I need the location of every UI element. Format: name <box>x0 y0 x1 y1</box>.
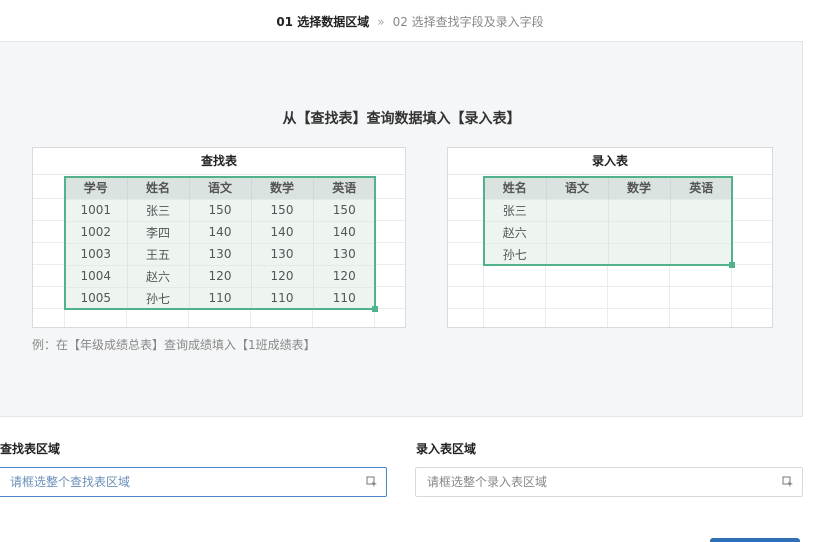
table-cell: 150 <box>251 198 314 221</box>
column-header: 姓名 <box>127 177 190 199</box>
table-cell: 1003 <box>65 242 128 265</box>
table-cell: 150 <box>313 198 375 221</box>
table-cell: 110 <box>251 286 314 309</box>
table-cell <box>546 242 609 265</box>
table-cell: 140 <box>313 220 375 243</box>
table-cell: 120 <box>313 264 375 287</box>
example-hint: 例：在【年级成绩总表】查询成绩填入【1班成绩表】 <box>32 338 316 352</box>
table-row: 1005 孙七 110 110 110 <box>65 286 375 309</box>
table-cell: 1002 <box>65 220 128 243</box>
table-cell: 赵六 <box>127 264 190 287</box>
table-cell: 张三 <box>127 198 190 221</box>
table-cell: 1005 <box>65 286 128 309</box>
table-cell: 110 <box>313 286 375 309</box>
table-cell: 130 <box>189 242 252 265</box>
table-row: 赵六 <box>484 220 732 243</box>
lookup-sheet: 查找表 学号 姓名 语文 数学 英语 1001 张三 150 150 150 1002 李四 140 14… <box>32 147 406 328</box>
entry-range-input[interactable] <box>416 468 772 496</box>
table-cell: 孙七 <box>484 242 547 265</box>
table-cell <box>670 198 732 221</box>
table-row: 张三 <box>484 198 732 221</box>
column-header: 语文 <box>546 177 609 199</box>
step-2-label[interactable]: 02 选择查找字段及录入字段 <box>393 15 544 29</box>
table-cell: 1001 <box>65 198 128 221</box>
table-cell: 110 <box>189 286 252 309</box>
lookup-table-data: 学号 姓名 语文 数学 英语 1001 张三 150 150 150 1002 李四 140 140 140… <box>65 177 375 309</box>
table-cell: 150 <box>189 198 252 221</box>
table-cell <box>608 220 671 243</box>
table-cell: 王五 <box>127 242 190 265</box>
table-cell <box>608 242 671 265</box>
table-cell <box>608 198 671 221</box>
table-cell: 140 <box>251 220 314 243</box>
step-1-label: 01 选择数据区域 <box>276 15 370 29</box>
step-separator-icon: » <box>377 15 385 29</box>
table-cell: 1004 <box>65 264 128 287</box>
entry-table-data: 姓名 语文 数学 英语张三 赵六 孙七 <box>484 177 732 265</box>
step-indicator: 01 选择数据区域 » 02 选择查找字段及录入字段 <box>0 13 820 30</box>
column-header: 英语 <box>313 177 375 199</box>
table-cell <box>670 242 732 265</box>
column-header: 姓名 <box>484 177 547 199</box>
table-cell <box>546 198 609 221</box>
column-header: 英语 <box>670 177 732 199</box>
table-row: 1003 王五 130 130 130 <box>65 242 375 265</box>
lookup-range-input[interactable] <box>0 468 356 496</box>
lookup-range-field[interactable] <box>0 467 387 497</box>
table-cell: 120 <box>189 264 252 287</box>
table-cell <box>546 220 609 243</box>
table-row: 1001 张三 150 150 150 <box>65 198 375 221</box>
entry-range-field[interactable] <box>415 467 803 497</box>
table-cell: 李四 <box>127 220 190 243</box>
table-cell <box>670 220 732 243</box>
table-row: 孙七 <box>484 242 732 265</box>
entry-range-label: 录入表区域 <box>416 442 477 456</box>
entry-sheet: 录入表 姓名 语文 数学 英语张三 赵六 孙七 <box>447 147 773 328</box>
table-cell: 130 <box>313 242 375 265</box>
column-header: 学号 <box>65 177 128 199</box>
selection-handle <box>729 262 735 268</box>
lookup-sheet-title: 查找表 <box>33 148 405 175</box>
column-header: 语文 <box>189 177 252 199</box>
entry-sheet-title: 录入表 <box>448 148 772 175</box>
next-step-button[interactable] <box>710 538 800 542</box>
preview-panel: 从【查找表】查询数据填入【录入表】 查找表 学号 姓名 语文 数学 英语 1001 张三 15… <box>0 41 803 417</box>
table-cell: 张三 <box>484 198 547 221</box>
table-cell: 130 <box>251 242 314 265</box>
table-cell: 赵六 <box>484 220 547 243</box>
grid-line <box>448 308 772 309</box>
column-header: 数学 <box>251 177 314 199</box>
column-header: 数学 <box>608 177 671 199</box>
lookup-range-label: 查找表区域 <box>0 442 61 456</box>
table-cell: 140 <box>189 220 252 243</box>
table-cell: 120 <box>251 264 314 287</box>
preview-title: 从【查找表】查询数据填入【录入表】 <box>282 111 521 127</box>
selection-handle <box>372 306 378 312</box>
table-cell: 孙七 <box>127 286 190 309</box>
range-select-icon[interactable] <box>366 476 378 488</box>
table-row: 1004 赵六 120 120 120 <box>65 264 375 287</box>
range-select-icon[interactable] <box>782 476 794 488</box>
table-row: 1002 李四 140 140 140 <box>65 220 375 243</box>
grid-line <box>448 286 772 287</box>
